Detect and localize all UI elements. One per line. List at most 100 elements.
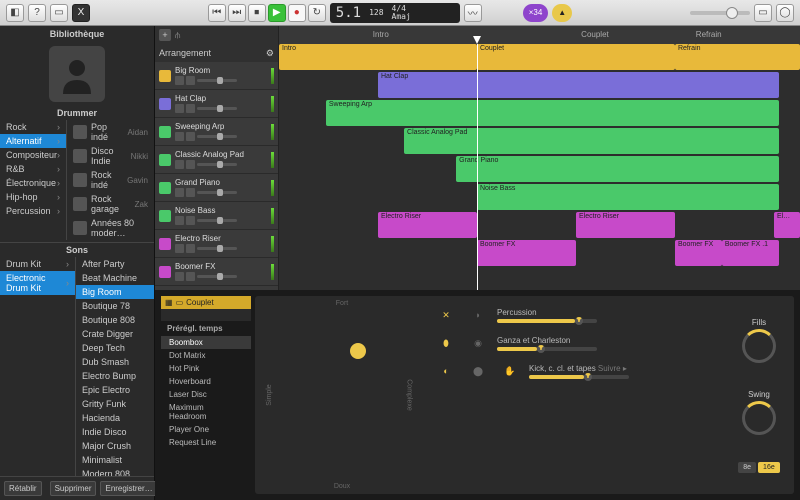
editors-toggle[interactable]: ▭ <box>50 4 68 22</box>
beat-preset-item[interactable]: Maximum Headroom <box>161 401 251 423</box>
fills-knob[interactable] <box>742 329 776 363</box>
kit-preset-item[interactable]: Indie Disco <box>76 425 154 439</box>
part-complexity-slider[interactable] <box>497 319 597 323</box>
drum-part-icon[interactable]: ⬮ <box>433 332 459 354</box>
revert-button[interactable]: Rétablir <box>4 481 42 496</box>
arrangement-marker[interactable]: Refrain <box>696 30 722 39</box>
kit-preset-item[interactable]: Epic Electro <box>76 383 154 397</box>
mute-button[interactable] <box>175 76 184 85</box>
beat-preset-item[interactable]: Dot Matrix <box>161 349 251 362</box>
drummer-avatar[interactable] <box>49 46 105 102</box>
track-volume[interactable] <box>197 247 237 250</box>
kit-preset-item[interactable]: Dub Smash <box>76 355 154 369</box>
notepad-button[interactable]: ▭ <box>754 4 772 22</box>
genre-item[interactable]: Électronique <box>0 176 66 190</box>
drummer-item[interactable]: Disco IndieNikki <box>67 144 154 168</box>
kit-preset-item[interactable]: Hacienda <box>76 411 154 425</box>
mixer-icon[interactable]: ⫛ <box>175 30 180 41</box>
mute-button[interactable] <box>175 104 184 113</box>
kit-preset-item[interactable]: Deep Tech <box>76 341 154 355</box>
drum-part-icon[interactable]: ◐ <box>433 360 459 382</box>
region[interactable]: Boomer FX .1 <box>722 240 779 266</box>
kit-preset-item[interactable]: Gritty Funk <box>76 397 154 411</box>
region[interactable]: Boomer FX <box>477 240 576 266</box>
track-volume[interactable] <box>197 219 237 222</box>
kit-preset-item[interactable]: Modern 808 <box>76 467 154 476</box>
solo-button[interactable] <box>186 216 195 225</box>
track-header[interactable]: Sweeping Arp <box>155 118 278 146</box>
play-button[interactable]: ▶ <box>268 4 286 22</box>
solo-button[interactable] <box>186 244 195 253</box>
drummer-item[interactable]: Années 80 moder… <box>67 216 154 240</box>
track-header[interactable]: Boomer FX <box>155 258 278 286</box>
solo-button[interactable] <box>186 160 195 169</box>
cycle-button[interactable]: ↻ <box>308 4 326 22</box>
stop-button[interactable]: ⏹ <box>248 4 266 22</box>
editor-tabs[interactable] <box>161 309 251 321</box>
region[interactable]: Intro <box>279 44 477 70</box>
track-header[interactable]: Noise Bass <box>155 202 278 230</box>
drum-part-icon[interactable]: ◗ <box>465 304 491 326</box>
region[interactable]: Couplet <box>477 44 675 70</box>
master-volume[interactable] <box>690 11 750 15</box>
genre-item[interactable]: Alternatif <box>0 134 66 148</box>
arrangement-marker[interactable]: Intro <box>373 30 389 39</box>
mute-button[interactable] <box>175 216 184 225</box>
kit-preset-item[interactable]: Minimalist <box>76 453 154 467</box>
lcd-display[interactable]: 5.1 128 4/4 Amaj <box>330 3 460 23</box>
genre-item[interactable]: Rock <box>0 120 66 134</box>
ruler[interactable]: Intro Couplet Refrain <box>279 26 800 44</box>
drummer-item[interactable]: Pop indéAidan <box>67 120 154 144</box>
track-volume[interactable] <box>197 191 237 194</box>
kit-preset-item[interactable]: Electro Bump <box>76 369 154 383</box>
solo-button[interactable] <box>186 188 195 197</box>
region[interactable]: Sweeping Arp <box>326 100 779 126</box>
record-button[interactable]: ● <box>288 4 306 22</box>
mute-button[interactable] <box>175 244 184 253</box>
timeline[interactable]: IntroCoupletRefrain IntroCoupletRefrainH… <box>279 26 800 290</box>
beat-preset-item[interactable]: Boombox <box>161 336 251 349</box>
mute-button[interactable] <box>175 132 184 141</box>
swing-knob[interactable] <box>742 401 776 435</box>
track-header[interactable]: Classic Analog Pad <box>155 146 278 174</box>
beat-preset-item[interactable]: Request Line <box>161 436 251 449</box>
delete-button[interactable]: Supprimer <box>50 481 97 496</box>
arrangement-marker[interactable]: Couplet <box>581 30 609 39</box>
beat-preset-item[interactable]: Laser Disc <box>161 388 251 401</box>
kit-preset-item[interactable]: Big Room <box>76 285 154 299</box>
region[interactable]: Refrain <box>675 44 800 70</box>
beat-preset-item[interactable]: Hoverboard <box>161 375 251 388</box>
region[interactable]: Electro Riser <box>576 212 675 238</box>
track-volume[interactable] <box>197 107 237 110</box>
kit-preset-item[interactable]: Major Crush <box>76 439 154 453</box>
part-complexity-slider[interactable] <box>529 375 629 379</box>
track-volume[interactable] <box>197 135 237 138</box>
track-header[interactable]: Grand Piano <box>155 174 278 202</box>
region[interactable]: Classic Analog Pad <box>404 128 779 154</box>
beat-preset-item[interactable]: Player One <box>161 423 251 436</box>
region[interactable]: El… <box>774 212 800 238</box>
track-volume[interactable] <box>197 79 237 82</box>
drum-part-icon[interactable]: ⬤ <box>465 360 491 382</box>
save-button[interactable]: Enregistrer… <box>100 481 157 496</box>
drum-part-icon[interactable]: ✋ <box>497 360 523 382</box>
region[interactable]: Hat Clap <box>378 72 779 98</box>
track-volume[interactable] <box>197 275 237 278</box>
playhead[interactable] <box>477 44 478 290</box>
metronome-badge[interactable]: ▲ <box>552 4 572 22</box>
add-track-button[interactable]: + <box>159 29 171 41</box>
genre-item[interactable]: Percussion <box>0 204 66 218</box>
drummer-item[interactable]: Rock garageZak <box>67 192 154 216</box>
quick-help[interactable]: ? <box>28 4 46 22</box>
solo-button[interactable] <box>186 104 195 113</box>
kit-category-item[interactable]: Drum Kit <box>0 257 75 271</box>
solo-button[interactable] <box>186 272 195 281</box>
region-link-icon[interactable]: ▭ <box>176 298 184 307</box>
kit-preset-item[interactable]: Boutique 78 <box>76 299 154 313</box>
xy-pad[interactable]: Fort Doux Simple Complexe <box>267 308 417 482</box>
region[interactable]: Grand Piano <box>456 156 779 182</box>
toggle-16th[interactable]: 16e <box>758 462 780 473</box>
track-header[interactable]: Hat Clap <box>155 90 278 118</box>
track-header[interactable]: Electro Riser <box>155 230 278 258</box>
track-header[interactable]: Big Room <box>155 62 278 90</box>
